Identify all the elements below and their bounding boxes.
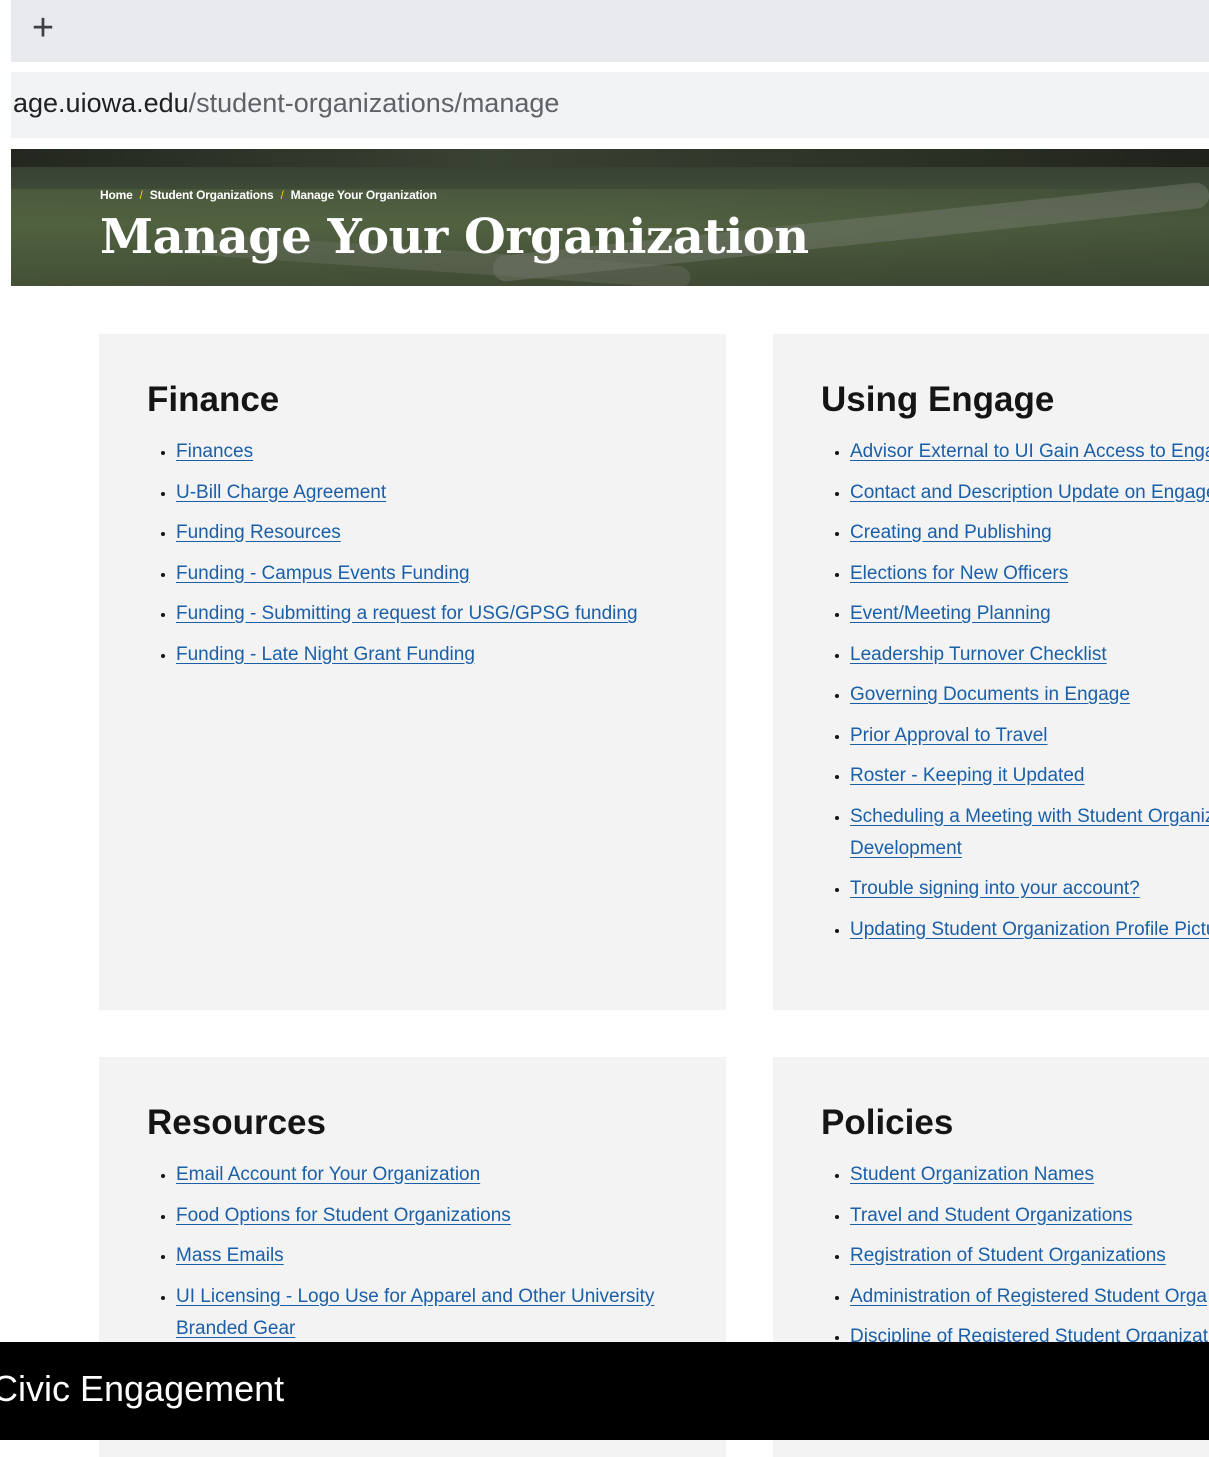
footer-title: Civic Engagement	[0, 1368, 285, 1409]
elections-new-officers-link[interactable]: Elections for New Officers	[850, 563, 1068, 584]
prior-approval-travel-link[interactable]: Prior Approval to Travel	[850, 725, 1047, 746]
administration-link[interactable]: Administration of Registered Student Org…	[850, 1286, 1207, 1307]
list-item: Governing Documents in Engage	[850, 679, 1209, 711]
list-item: Updating Student Organization Profile Pi…	[850, 914, 1209, 946]
mass-emails-link[interactable]: Mass Emails	[176, 1245, 284, 1266]
list-item: Contact and Description Update on Engage	[850, 477, 1209, 509]
list-item: UI Licensing - Logo Use for Apparel and …	[176, 1281, 656, 1345]
scheduling-meeting-link[interactable]: Scheduling a Meeting with Student Organi…	[850, 806, 1209, 859]
roster-updated-link[interactable]: Roster - Keeping it Updated	[850, 765, 1084, 786]
list-item: Leadership Turnover Checklist	[850, 639, 1209, 671]
list-item: Food Options for Student Organizations	[176, 1200, 656, 1232]
list-item: Travel and Student Organizations	[850, 1200, 1209, 1232]
address-bar[interactable]: age.uiowa.edu/student-organizations/mana…	[11, 72, 1209, 138]
list-item: Roster - Keeping it Updated	[850, 760, 1209, 792]
contact-description-update-link[interactable]: Contact and Description Update on Engage	[850, 482, 1209, 503]
footer-bar: Civic Engagement	[0, 1342, 1209, 1440]
page-title: Manage Your Organization	[100, 209, 809, 265]
browser-tab-bar: +	[11, 0, 1209, 62]
leadership-turnover-checklist-link[interactable]: Leadership Turnover Checklist	[850, 644, 1107, 665]
list-item: U-Bill Charge Agreement	[176, 477, 638, 509]
card-title: Resources	[147, 1103, 326, 1142]
list-item: Event/Meeting Planning	[850, 598, 1209, 630]
late-night-grant-funding-link[interactable]: Funding - Late Night Grant Funding	[176, 644, 475, 665]
list-item: Email Account for Your Organization	[176, 1159, 656, 1191]
list-item: Finances	[176, 436, 638, 468]
travel-student-orgs-link[interactable]: Travel and Student Organizations	[850, 1205, 1132, 1226]
list-item: Funding - Late Night Grant Funding	[176, 639, 638, 671]
breadcrumb-separator: /	[280, 188, 284, 202]
using-engage-card: Using Engage Advisor External to UI Gain…	[773, 334, 1209, 1010]
food-options-link[interactable]: Food Options for Student Organizations	[176, 1205, 511, 1226]
funding-resources-link[interactable]: Funding Resources	[176, 522, 341, 543]
list-item: Creating and Publishing	[850, 517, 1209, 549]
advisor-access-link[interactable]: Advisor External to UI Gain Access to En…	[850, 441, 1209, 462]
list-item: Student Organization Names	[850, 1159, 1209, 1191]
breadcrumb-home[interactable]: Home	[100, 188, 133, 202]
trouble-signing-in-link[interactable]: Trouble signing into your account?	[850, 878, 1140, 899]
card-title: Policies	[821, 1103, 954, 1142]
u-bill-charge-agreement-link[interactable]: U-Bill Charge Agreement	[176, 482, 386, 503]
list-item: Mass Emails	[176, 1240, 656, 1272]
policies-link-list: Student Organization Names Travel and St…	[821, 1159, 1209, 1362]
url-host: age.uiowa.edu	[13, 88, 189, 118]
breadcrumb-current: Manage Your Organization	[290, 188, 437, 202]
list-item: Trouble signing into your account?	[850, 873, 1209, 905]
breadcrumb: Home / Student Organizations / Manage Yo…	[100, 188, 437, 202]
list-item: Elections for New Officers	[850, 558, 1209, 590]
email-account-link[interactable]: Email Account for Your Organization	[176, 1164, 480, 1185]
list-item: Advisor External to UI Gain Access to En…	[850, 436, 1209, 468]
profile-picture-link[interactable]: Updating Student Organization Profile Pi…	[850, 919, 1209, 940]
url-path: /student-organizations/manage	[188, 88, 560, 118]
resources-link-list: Email Account for Your Organization Food…	[147, 1159, 656, 1353]
campus-events-funding-link[interactable]: Funding - Campus Events Funding	[176, 563, 470, 584]
hero-background-trees	[11, 149, 1209, 167]
hero-banner: Home / Student Organizations / Manage Yo…	[11, 149, 1209, 286]
breadcrumb-student-organizations[interactable]: Student Organizations	[150, 188, 274, 202]
list-item: Funding - Campus Events Funding	[176, 558, 638, 590]
creating-publishing-link[interactable]: Creating and Publishing	[850, 522, 1052, 543]
list-item: Funding Resources	[176, 517, 638, 549]
url-text[interactable]: age.uiowa.edu/student-organizations/mana…	[13, 88, 559, 119]
governing-documents-link[interactable]: Governing Documents in Engage	[850, 684, 1130, 705]
student-org-names-link[interactable]: Student Organization Names	[850, 1164, 1094, 1185]
event-meeting-planning-link[interactable]: Event/Meeting Planning	[850, 603, 1051, 624]
list-item: Administration of Registered Student Org…	[850, 1281, 1209, 1313]
usg-gpsg-funding-link[interactable]: Funding - Submitting a request for USG/G…	[176, 603, 638, 624]
finance-link-list: Finances U-Bill Charge Agreement Funding…	[147, 436, 638, 679]
finances-link[interactable]: Finances	[176, 441, 253, 462]
list-item: Funding - Submitting a request for USG/G…	[176, 598, 638, 630]
card-title: Finance	[147, 380, 280, 419]
list-item: Prior Approval to Travel	[850, 720, 1209, 752]
using-engage-link-list: Advisor External to UI Gain Access to En…	[821, 436, 1209, 954]
finance-card: Finance Finances U-Bill Charge Agreement…	[99, 334, 726, 1010]
list-item: Registration of Student Organizations	[850, 1240, 1209, 1272]
registration-link[interactable]: Registration of Student Organizations	[850, 1245, 1166, 1266]
list-item: Scheduling a Meeting with Student Organi…	[850, 801, 1209, 865]
card-title: Using Engage	[821, 380, 1055, 419]
new-tab-icon[interactable]: +	[21, 6, 65, 50]
breadcrumb-separator: /	[139, 188, 143, 202]
ui-licensing-link[interactable]: UI Licensing - Logo Use for Apparel and …	[176, 1286, 654, 1339]
